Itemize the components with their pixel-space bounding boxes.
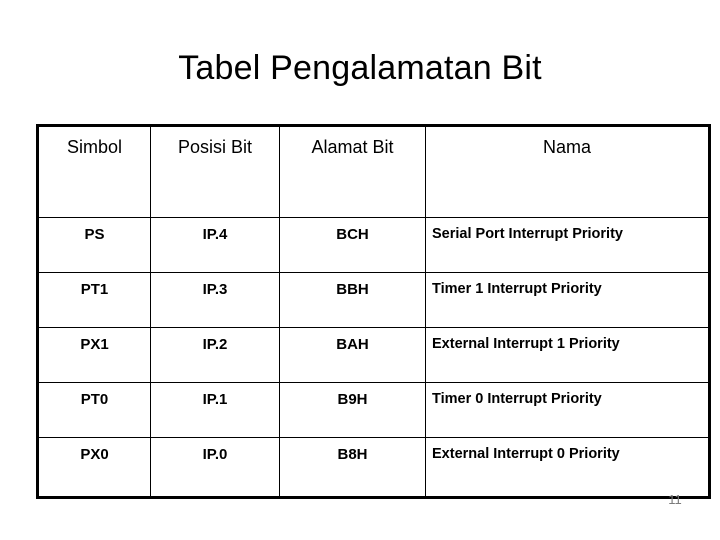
table-row: PX1 IP.2 BAH External Interrupt 1 Priori… — [37, 327, 710, 383]
cell-alamat-bit: B9H — [279, 382, 426, 438]
bit-addressing-table: Simbol Posisi Bit Alamat Bit Nama PS IP.… — [36, 124, 711, 499]
value-simbol: PS — [84, 226, 105, 243]
header-label-alamat-bit: Alamat Bit — [311, 137, 394, 157]
cell-simbol: PT1 — [37, 272, 151, 328]
value-posisi-bit: IP.2 — [202, 336, 228, 353]
table-row: PT0 IP.1 B9H Timer 0 Interrupt Priority — [37, 382, 710, 438]
cell-simbol: PX0 — [37, 437, 151, 498]
value-nama: External Interrupt 1 Priority — [432, 336, 620, 352]
header-cell-nama: Nama — [425, 125, 710, 218]
header-label-posisi-bit: Posisi Bit — [177, 137, 253, 157]
cell-nama: Serial Port Interrupt Priority — [425, 217, 710, 273]
value-simbol: PT0 — [80, 391, 109, 408]
value-simbol: PT1 — [80, 281, 109, 298]
cell-nama: External Interrupt 0 Priority — [425, 437, 710, 498]
cell-alamat-bit: B8H — [279, 437, 426, 498]
value-posisi-bit: IP.4 — [202, 226, 228, 243]
cell-posisi-bit: IP.2 — [150, 327, 280, 383]
value-posisi-bit: IP.1 — [202, 391, 228, 408]
cell-simbol: PT0 — [37, 382, 151, 438]
header-cell-alamat-bit: Alamat Bit — [279, 125, 426, 218]
header-cell-simbol: Simbol — [37, 125, 151, 218]
cell-alamat-bit: BAH — [279, 327, 426, 383]
value-simbol: PX1 — [80, 336, 109, 353]
cell-nama: Timer 1 Interrupt Priority — [425, 272, 710, 328]
value-posisi-bit: IP.3 — [202, 281, 228, 298]
table-row: PS IP.4 BCH Serial Port Interrupt Priori… — [37, 217, 710, 273]
slide-canvas: Tabel Pengalamatan Bit Simbol Posisi Bit… — [0, 0, 720, 540]
table-row: PX0 IP.0 B8H External Interrupt 0 Priori… — [37, 437, 710, 498]
cell-posisi-bit: IP.1 — [150, 382, 280, 438]
value-nama: External Interrupt 0 Priority — [432, 446, 620, 462]
value-posisi-bit: IP.0 — [202, 446, 228, 463]
cell-posisi-bit: IP.0 — [150, 437, 280, 498]
cell-nama: External Interrupt 1 Priority — [425, 327, 710, 383]
cell-simbol: PX1 — [37, 327, 151, 383]
page-title: Tabel Pengalamatan Bit — [178, 49, 542, 87]
value-alamat-bit: B8H — [337, 446, 368, 463]
header-cell-posisi-bit: Posisi Bit — [150, 125, 280, 218]
value-alamat-bit: BBH — [336, 281, 369, 298]
value-simbol: PX0 — [80, 446, 109, 463]
value-nama: Serial Port Interrupt Priority — [432, 226, 623, 242]
cell-alamat-bit: BBH — [279, 272, 426, 328]
value-alamat-bit: B9H — [337, 391, 368, 408]
table-row: PT1 IP.3 BBH Timer 1 Interrupt Priority — [37, 272, 710, 328]
value-nama: Timer 0 Interrupt Priority — [432, 391, 602, 407]
page-number: 11 — [668, 492, 682, 507]
value-nama: Timer 1 Interrupt Priority — [432, 281, 602, 297]
value-alamat-bit: BCH — [336, 226, 369, 243]
cell-alamat-bit: BCH — [279, 217, 426, 273]
cell-posisi-bit: IP.4 — [150, 217, 280, 273]
header-label-simbol: Simbol — [66, 137, 123, 157]
cell-simbol: PS — [37, 217, 151, 273]
cell-posisi-bit: IP.3 — [150, 272, 280, 328]
value-alamat-bit: BAH — [336, 336, 369, 353]
cell-nama: Timer 0 Interrupt Priority — [425, 382, 710, 438]
header-label-nama: Nama — [542, 137, 591, 157]
table-header-row: Simbol Posisi Bit Alamat Bit Nama — [37, 125, 710, 218]
